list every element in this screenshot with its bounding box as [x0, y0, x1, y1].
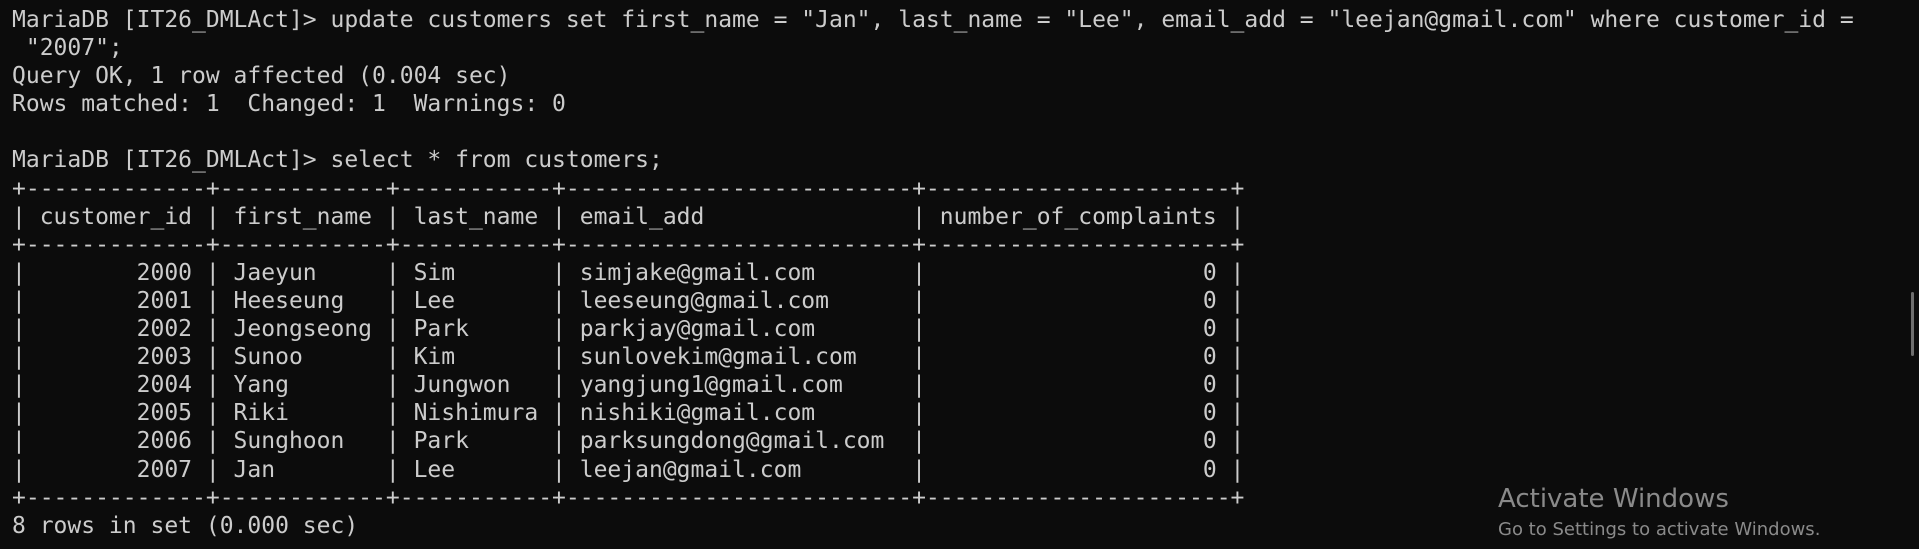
query-result-info: Rows matched: 1 Changed: 1 Warnings: 0: [12, 91, 566, 118]
table-row: | 2007 | Jan | Lee | leejan@gmail.com | …: [12, 456, 1245, 483]
table-row: | 2003 | Sunoo | Kim | sunlovekim@gmail.…: [12, 344, 1245, 371]
table-border: +-------------+------------+-----------+…: [12, 231, 1245, 258]
terminal-window[interactable]: MariaDB [IT26_DMLAct]> update customers …: [0, 0, 1919, 549]
scrollbar-thumb[interactable]: [1911, 292, 1914, 356]
activation-watermark: Activate Windows Go to Settings to activ…: [1498, 482, 1820, 544]
table-row: | 2005 | Riki | Nishimura | nishiki@gmai…: [12, 400, 1245, 427]
query-status: Query OK, 1 row affected (0.004 sec): [12, 63, 511, 90]
command-line-continuation: "2007";: [12, 35, 123, 62]
table-row: | 2004 | Yang | Jungwon | yangjung1@gmai…: [12, 372, 1245, 399]
watermark-subtitle: Go to Settings to activate Windows.: [1498, 519, 1821, 540]
table-row: | 2001 | Heeseung | Lee | leeseung@gmail…: [12, 287, 1245, 314]
command-line: MariaDB [IT26_DMLAct]> select * from cus…: [12, 147, 663, 174]
watermark-title: Activate Windows: [1498, 484, 1729, 514]
command-line: MariaDB [IT26_DMLAct]> update customers …: [12, 7, 1854, 33]
table-row: | 2000 | Jaeyun | Sim | simjake@gmail.co…: [12, 259, 1245, 286]
table-border: +-------------+------------+-----------+…: [12, 175, 1245, 202]
table-row: | 2002 | Jeongseong | Park | parkjay@gma…: [12, 316, 1245, 343]
table-header: | customer_id | first_name | last_name |…: [12, 203, 1245, 230]
table-row: | 2006 | Sunghoon | Park | parksungdong@…: [12, 428, 1245, 455]
